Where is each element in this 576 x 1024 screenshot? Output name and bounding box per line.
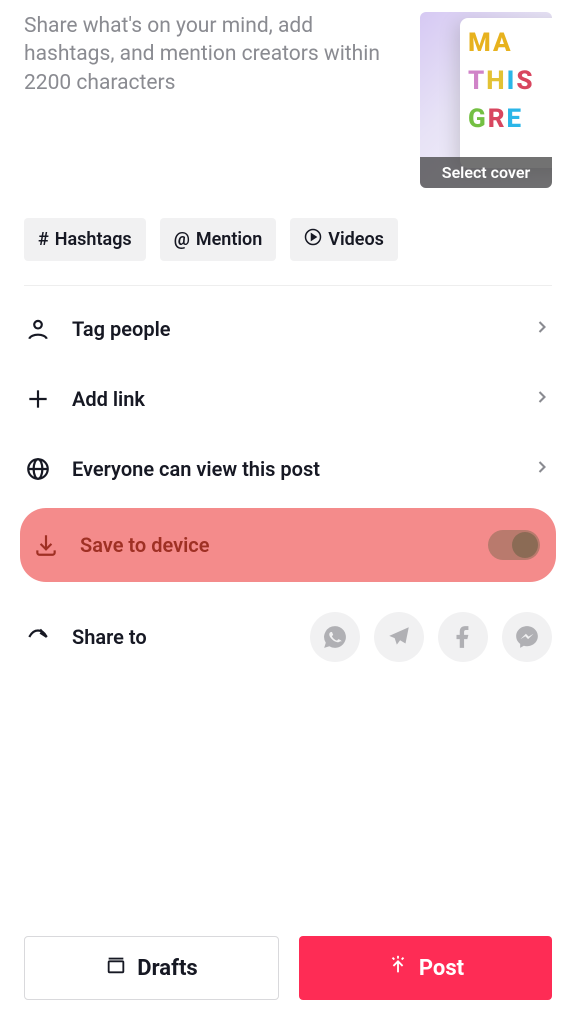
- share-whatsapp-button[interactable]: [310, 612, 360, 662]
- videos-chip-label: Videos: [328, 229, 384, 250]
- drafts-button[interactable]: Drafts: [24, 936, 279, 1000]
- share-facebook-button[interactable]: [438, 612, 488, 662]
- hashtags-chip[interactable]: # Hashtags: [24, 218, 146, 261]
- post-icon: [387, 954, 409, 982]
- post-button-label: Post: [419, 956, 464, 981]
- privacy-label: Everyone can view this post: [72, 457, 512, 481]
- mention-chip[interactable]: @ Mention: [160, 218, 277, 261]
- at-icon: @: [174, 229, 190, 250]
- share-arrow-icon: [24, 624, 52, 650]
- hashtags-chip-label: Hashtags: [55, 229, 132, 250]
- select-cover-label: Select cover: [420, 157, 552, 188]
- share-telegram-button[interactable]: [374, 612, 424, 662]
- add-link-row[interactable]: Add link: [24, 364, 552, 434]
- save-to-device-label: Save to device: [80, 533, 468, 557]
- divider: [24, 285, 552, 286]
- add-link-label: Add link: [72, 387, 512, 411]
- toggle-knob: [512, 532, 538, 558]
- caption-input[interactable]: Share what's on your mind, add hashtags,…: [24, 12, 404, 188]
- telegram-icon: [386, 624, 412, 650]
- drafts-button-label: Drafts: [137, 956, 197, 981]
- chevron-right-icon: [532, 317, 552, 342]
- drafts-icon: [105, 954, 127, 982]
- chevron-right-icon: [532, 457, 552, 482]
- hash-icon: #: [38, 229, 49, 250]
- save-to-device-toggle[interactable]: [488, 530, 540, 560]
- privacy-row[interactable]: Everyone can view this post: [24, 434, 552, 504]
- chevron-right-icon: [532, 387, 552, 412]
- post-button[interactable]: Post: [299, 936, 552, 1000]
- whatsapp-icon: [322, 624, 348, 650]
- mention-chip-label: Mention: [196, 229, 262, 250]
- share-to-label: Share to: [72, 625, 290, 649]
- person-icon: [24, 316, 52, 342]
- tag-people-label: Tag people: [72, 317, 512, 341]
- videos-chip[interactable]: Videos: [290, 218, 398, 261]
- plus-icon: [24, 386, 52, 412]
- save-to-device-row[interactable]: Save to device: [20, 508, 556, 582]
- download-icon: [32, 532, 60, 558]
- share-to-row: Share to: [24, 586, 552, 684]
- caption-placeholder: Share what's on your mind, add hashtags,…: [24, 12, 404, 97]
- globe-icon: [24, 456, 52, 482]
- facebook-icon: [450, 624, 476, 650]
- share-messenger-button[interactable]: [502, 612, 552, 662]
- messenger-icon: [514, 624, 540, 650]
- cover-thumbnail-image: MA THIS GRE: [460, 18, 552, 168]
- play-circle-icon: [304, 228, 322, 251]
- select-cover-button[interactable]: MA THIS GRE Select cover: [420, 12, 552, 188]
- tag-people-row[interactable]: Tag people: [24, 294, 552, 364]
